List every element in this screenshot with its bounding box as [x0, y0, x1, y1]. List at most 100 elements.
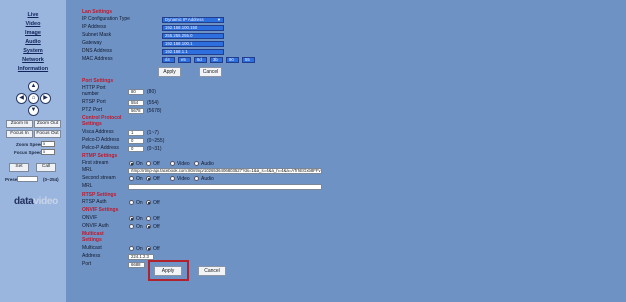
ptz-port-default: (5678): [147, 108, 162, 114]
pelco-p-range: (0~31): [147, 146, 162, 152]
zoom-speed-select[interactable]: 5: [41, 141, 55, 147]
second-stream-off-radio[interactable]: [146, 176, 151, 181]
mrl2-input[interactable]: [128, 184, 322, 190]
http-port-input[interactable]: 80: [128, 89, 144, 95]
ip-config-value: Dynamic IP Address: [165, 17, 204, 22]
multicast-port-input[interactable]: 6688: [128, 262, 145, 268]
mac-octet-1[interactable]: d4: [162, 57, 175, 63]
multicast-on-label: On: [136, 246, 143, 252]
gateway-label: Gateway: [82, 40, 102, 46]
dns-address-input[interactable]: 192.168.1.1: [162, 49, 224, 55]
preset-input[interactable]: [17, 176, 38, 182]
zoom-speed-label: Zoom Speed: [16, 142, 44, 147]
first-stream-audio-radio[interactable]: [194, 161, 199, 166]
nav-video[interactable]: Video: [0, 21, 66, 27]
onvif-auth-off-radio[interactable]: [146, 224, 151, 229]
rtsp-auth-label: RTSP Auth: [82, 199, 107, 205]
rtsp-auth-off-radio[interactable]: [146, 200, 151, 205]
logo-part-video: video: [33, 196, 58, 207]
subnet-mask-label: Subnet Mask: [82, 32, 112, 38]
visca-address-label: Visca Address: [82, 129, 114, 135]
cancel-button[interactable]: Cancel: [198, 266, 226, 276]
preset-set-button[interactable]: Set: [9, 163, 29, 172]
onvif-off-radio[interactable]: [146, 216, 151, 221]
ptz-home-icon[interactable]: ⌂: [28, 93, 39, 104]
ip-config-select[interactable]: Dynamic IP Address ▼: [162, 17, 224, 23]
focus-out-button[interactable]: Focus Out: [34, 130, 61, 138]
first-stream-label: First stream: [82, 160, 109, 166]
nav-information[interactable]: Information: [0, 66, 66, 72]
rtsp-port-label: RTSP Port: [82, 99, 106, 105]
second-stream-audio-radio[interactable]: [194, 176, 199, 181]
second-stream-on-label: On: [136, 176, 143, 182]
mac-octet-3[interactable]: 6d: [194, 57, 207, 63]
mrl2-label: MRL: [82, 183, 93, 189]
nav-network[interactable]: Network: [0, 57, 66, 63]
rtsp-port-default: (554): [147, 100, 159, 106]
multicast-off-label: Off: [153, 246, 160, 252]
visca-range: (1~7): [147, 130, 159, 136]
first-stream-video-label: Video: [177, 161, 190, 167]
rtsp-port-input[interactable]: 554: [128, 100, 144, 106]
mac-octet-6[interactable]: 55: [242, 57, 255, 63]
apply-button[interactable]: Apply: [154, 266, 182, 276]
ptz-up-icon[interactable]: ▲: [28, 81, 39, 92]
chevron-down-icon: ▼: [217, 17, 221, 22]
onvif-on-radio[interactable]: [129, 216, 134, 221]
rtsp-auth-on-radio[interactable]: [129, 200, 134, 205]
onvif-on-label: On: [136, 216, 143, 222]
multicast-on-radio[interactable]: [129, 246, 134, 251]
pelco-d-input[interactable]: 0: [128, 138, 144, 144]
preset-call-button[interactable]: Call: [36, 163, 56, 172]
mac-octet-5[interactable]: 90: [226, 57, 239, 63]
preset-range: (0~254): [43, 177, 59, 182]
lan-cancel-button[interactable]: Cancel: [199, 67, 222, 77]
subnet-mask-input[interactable]: 255.255.255.0: [162, 33, 224, 39]
second-stream-label: Second stream: [82, 175, 116, 181]
multicast-label: Multicast: [82, 245, 102, 251]
ptz-left-icon[interactable]: ◀: [16, 93, 27, 104]
nav-image[interactable]: Image: [0, 30, 66, 36]
lan-apply-button[interactable]: Apply: [158, 67, 181, 77]
sidebar: Live Video Image Audio System Network In…: [0, 0, 66, 302]
dns-address-label: DNS Address: [82, 48, 113, 54]
focus-speed-select[interactable]: 5: [41, 149, 55, 155]
nav-audio[interactable]: Audio: [0, 39, 66, 45]
onvif-off-label: Off: [153, 216, 160, 222]
nav-system[interactable]: System: [0, 48, 66, 54]
ptz-down-icon[interactable]: ▼: [28, 105, 39, 116]
first-stream-video-radio[interactable]: [170, 161, 175, 166]
mac-octet-2[interactable]: e5: [178, 57, 191, 63]
mac-octet-4[interactable]: 3b: [210, 57, 223, 63]
rtsp-auth-on-label: On: [136, 200, 143, 206]
mrl-input[interactable]: rtmp://rtmp-api.facebook.com:80/rtmp/102…: [128, 168, 322, 174]
onvif-auth-on-radio[interactable]: [129, 224, 134, 229]
mrl-label: MRL: [82, 167, 93, 173]
first-stream-on-label: On: [136, 161, 143, 167]
multicast-address-label: Address: [82, 253, 101, 259]
http-port-label-2: number: [82, 91, 99, 97]
gateway-input[interactable]: 192.168.100.1: [162, 41, 224, 47]
second-stream-on-radio[interactable]: [129, 176, 134, 181]
ip-address-label: IP Address: [82, 24, 107, 30]
onvif-label: ONVIF: [82, 215, 98, 221]
rtsp-auth-off-label: Off: [153, 200, 160, 206]
onvif-auth-off-label: Off: [153, 224, 160, 230]
zoom-out-button[interactable]: Zoom Out: [34, 120, 61, 128]
ptz-port-input[interactable]: 5678: [128, 108, 144, 114]
visca-address-input[interactable]: 1: [128, 130, 144, 136]
zoom-in-button[interactable]: Zoom In: [6, 120, 33, 128]
focus-in-button[interactable]: Focus In: [6, 130, 33, 138]
ptz-right-icon[interactable]: ▶: [40, 93, 51, 104]
multicast-off-radio[interactable]: [146, 246, 151, 251]
second-stream-video-radio[interactable]: [170, 176, 175, 181]
pelco-d-label: Pelco-D Address: [82, 137, 120, 143]
ip-address-input[interactable]: 192.168.100.150: [162, 25, 224, 31]
rtmp-settings-title: RTMP Settings: [82, 153, 118, 159]
focus-speed-label: Focus Speed: [14, 150, 43, 155]
logo-part-data: data: [14, 196, 34, 207]
first-stream-on-radio[interactable]: [129, 161, 134, 166]
nav-live[interactable]: Live: [0, 12, 66, 18]
first-stream-off-radio[interactable]: [146, 161, 151, 166]
pelco-p-input[interactable]: 0: [128, 146, 144, 152]
